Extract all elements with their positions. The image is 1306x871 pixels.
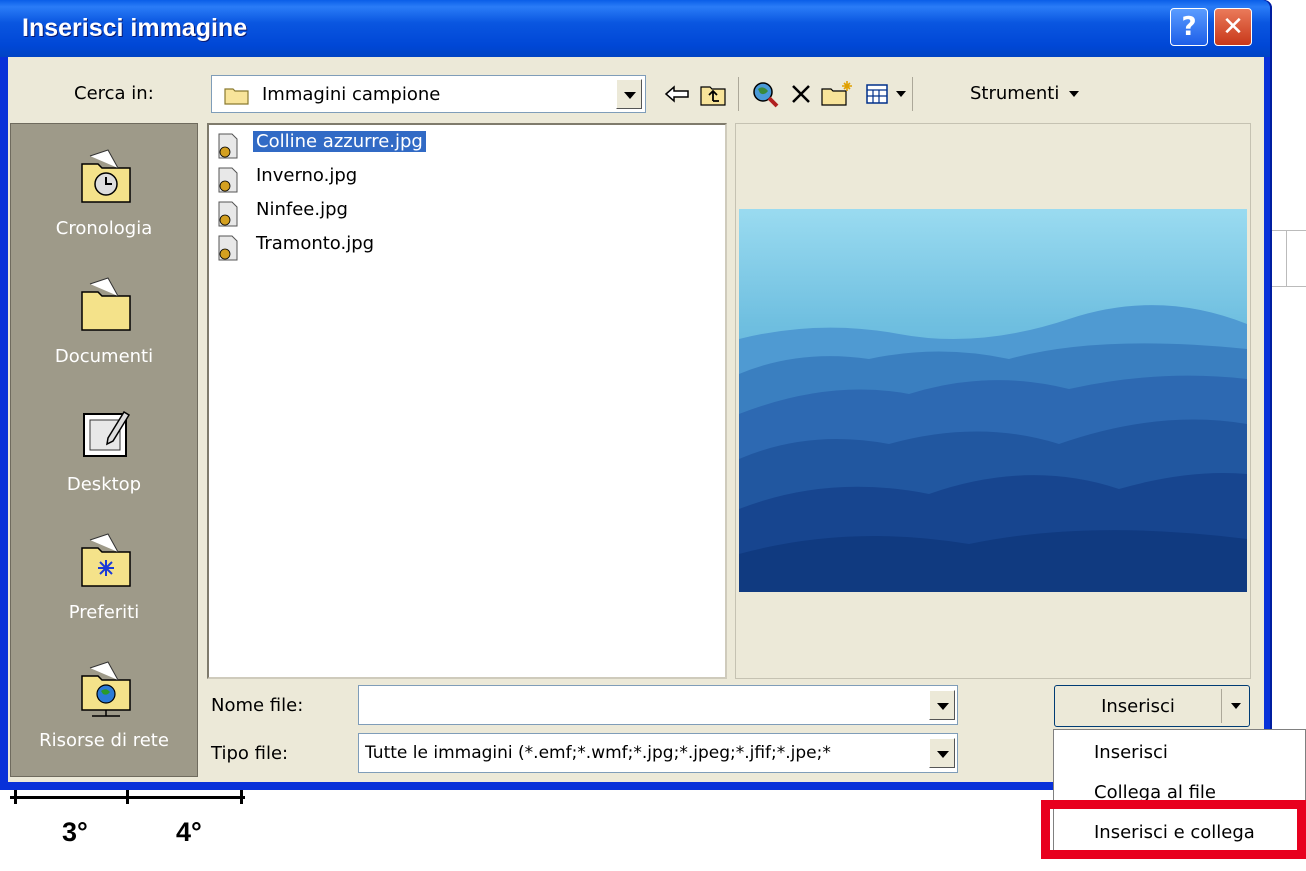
title-bar[interactable]: Inserisci immagine ? ✕ bbox=[0, 0, 1270, 57]
search-web-icon bbox=[753, 82, 779, 108]
folder-icon bbox=[224, 88, 249, 105]
file-name-dropdown-arrow[interactable] bbox=[929, 690, 955, 720]
delete-button[interactable] bbox=[784, 77, 818, 111]
documents-folder-icon bbox=[81, 277, 131, 331]
jpg-file-icon bbox=[218, 201, 238, 227]
back-arrow-icon bbox=[664, 85, 689, 103]
menu-item-label: Inserisci bbox=[1094, 742, 1168, 763]
new-folder-icon bbox=[821, 81, 852, 106]
back-button[interactable] bbox=[660, 77, 694, 111]
file-name: Inverno.jpg bbox=[256, 165, 358, 186]
table-border bbox=[1286, 230, 1287, 287]
table-border bbox=[1268, 230, 1306, 231]
jpg-file-icon bbox=[218, 235, 238, 261]
file-type-value: Tutte le immagini (*.emf;*.wmf;*.jpg;*.j… bbox=[365, 743, 831, 763]
file-type-dropdown-arrow[interactable] bbox=[929, 738, 955, 768]
menu-item-insert[interactable]: Inserisci bbox=[1054, 734, 1306, 774]
help-icon: ? bbox=[1181, 12, 1197, 42]
jpg-file-icon bbox=[218, 167, 238, 193]
dialog-title: Inserisci immagine bbox=[22, 14, 248, 42]
look-in-label: Cerca in: bbox=[74, 83, 154, 104]
file-name-input[interactable] bbox=[358, 685, 958, 725]
close-button[interactable]: ✕ bbox=[1214, 8, 1252, 46]
preview-image bbox=[739, 209, 1247, 592]
help-button[interactable]: ? bbox=[1170, 8, 1208, 46]
place-history[interactable]: Cronologia bbox=[11, 146, 199, 266]
places-bar: Cronologia Documenti Desktop Preferiti R… bbox=[10, 123, 198, 777]
place-label: Preferiti bbox=[68, 602, 140, 623]
views-icon bbox=[866, 84, 888, 104]
tools-dropdown-arrow bbox=[1069, 91, 1079, 97]
place-label: Risorse di rete bbox=[39, 730, 169, 751]
place-documents[interactable]: Documenti bbox=[11, 274, 199, 394]
toolbar-separator bbox=[738, 77, 739, 111]
history-folder-icon bbox=[81, 149, 131, 203]
delete-icon bbox=[792, 85, 810, 103]
insert-button-label: Inserisci bbox=[1101, 696, 1175, 717]
place-favorites[interactable]: Preferiti bbox=[11, 530, 199, 650]
views-button[interactable] bbox=[860, 77, 894, 111]
look-in-dropdown[interactable]: Immagini campione bbox=[211, 75, 646, 113]
insert-image-dialog: Inserisci immagine ? ✕ Cerca in: Immagin… bbox=[0, 0, 1272, 790]
place-label: Desktop bbox=[66, 474, 142, 495]
ruler-number-3: 3° bbox=[62, 817, 88, 847]
table-border bbox=[1268, 286, 1306, 287]
file-name-label: Nome file: bbox=[211, 695, 304, 716]
new-folder-button[interactable] bbox=[820, 77, 854, 111]
desktop-icon bbox=[83, 410, 131, 457]
dialog-body: Cerca in: Immagini campione Strumenti Cr… bbox=[8, 57, 1264, 782]
up-one-level-button[interactable] bbox=[696, 77, 730, 111]
annotation-highlight-box bbox=[1041, 800, 1306, 859]
views-dropdown-arrow[interactable] bbox=[896, 91, 906, 97]
file-type-label: Tipo file: bbox=[211, 743, 289, 764]
ruler-tick bbox=[240, 790, 243, 804]
search-web-button[interactable] bbox=[748, 77, 782, 111]
preview-pane bbox=[735, 123, 1251, 679]
file-name: Ninfee.jpg bbox=[256, 199, 348, 220]
file-type-select[interactable]: Tutte le immagini (*.emf;*.wmf;*.jpg;*.j… bbox=[358, 733, 958, 773]
insert-split-button[interactable]: Inserisci bbox=[1054, 685, 1250, 727]
favorites-folder-icon bbox=[81, 533, 131, 587]
place-network[interactable]: Risorse di rete bbox=[11, 658, 199, 778]
close-icon: ✕ bbox=[1222, 12, 1244, 42]
tools-menu-button[interactable]: Strumenti bbox=[970, 83, 1059, 104]
split-divider bbox=[1221, 689, 1222, 723]
file-name: Tramonto.jpg bbox=[256, 233, 375, 254]
look-in-value: Immagini campione bbox=[262, 84, 441, 105]
insert-dropdown-arrow[interactable] bbox=[1231, 703, 1241, 709]
file-list[interactable]: Colline azzurre.jpg Inverno.jpg Ninfee.j… bbox=[207, 123, 727, 679]
up-one-level-icon bbox=[700, 86, 726, 106]
ruler-tick bbox=[126, 790, 129, 804]
place-desktop[interactable]: Desktop bbox=[11, 402, 199, 522]
look-in-dropdown-arrow[interactable] bbox=[616, 79, 642, 109]
ruler-number-4: 4° bbox=[176, 817, 202, 847]
file-name: Colline azzurre.jpg bbox=[253, 131, 426, 152]
toolbar-separator bbox=[912, 77, 913, 111]
ruler-tick bbox=[14, 790, 17, 804]
network-folder-icon bbox=[81, 661, 131, 717]
place-label: Documenti bbox=[54, 346, 154, 367]
place-label: Cronologia bbox=[55, 218, 153, 239]
tools-menu-label: Strumenti bbox=[970, 83, 1060, 104]
jpg-file-icon bbox=[218, 133, 238, 159]
